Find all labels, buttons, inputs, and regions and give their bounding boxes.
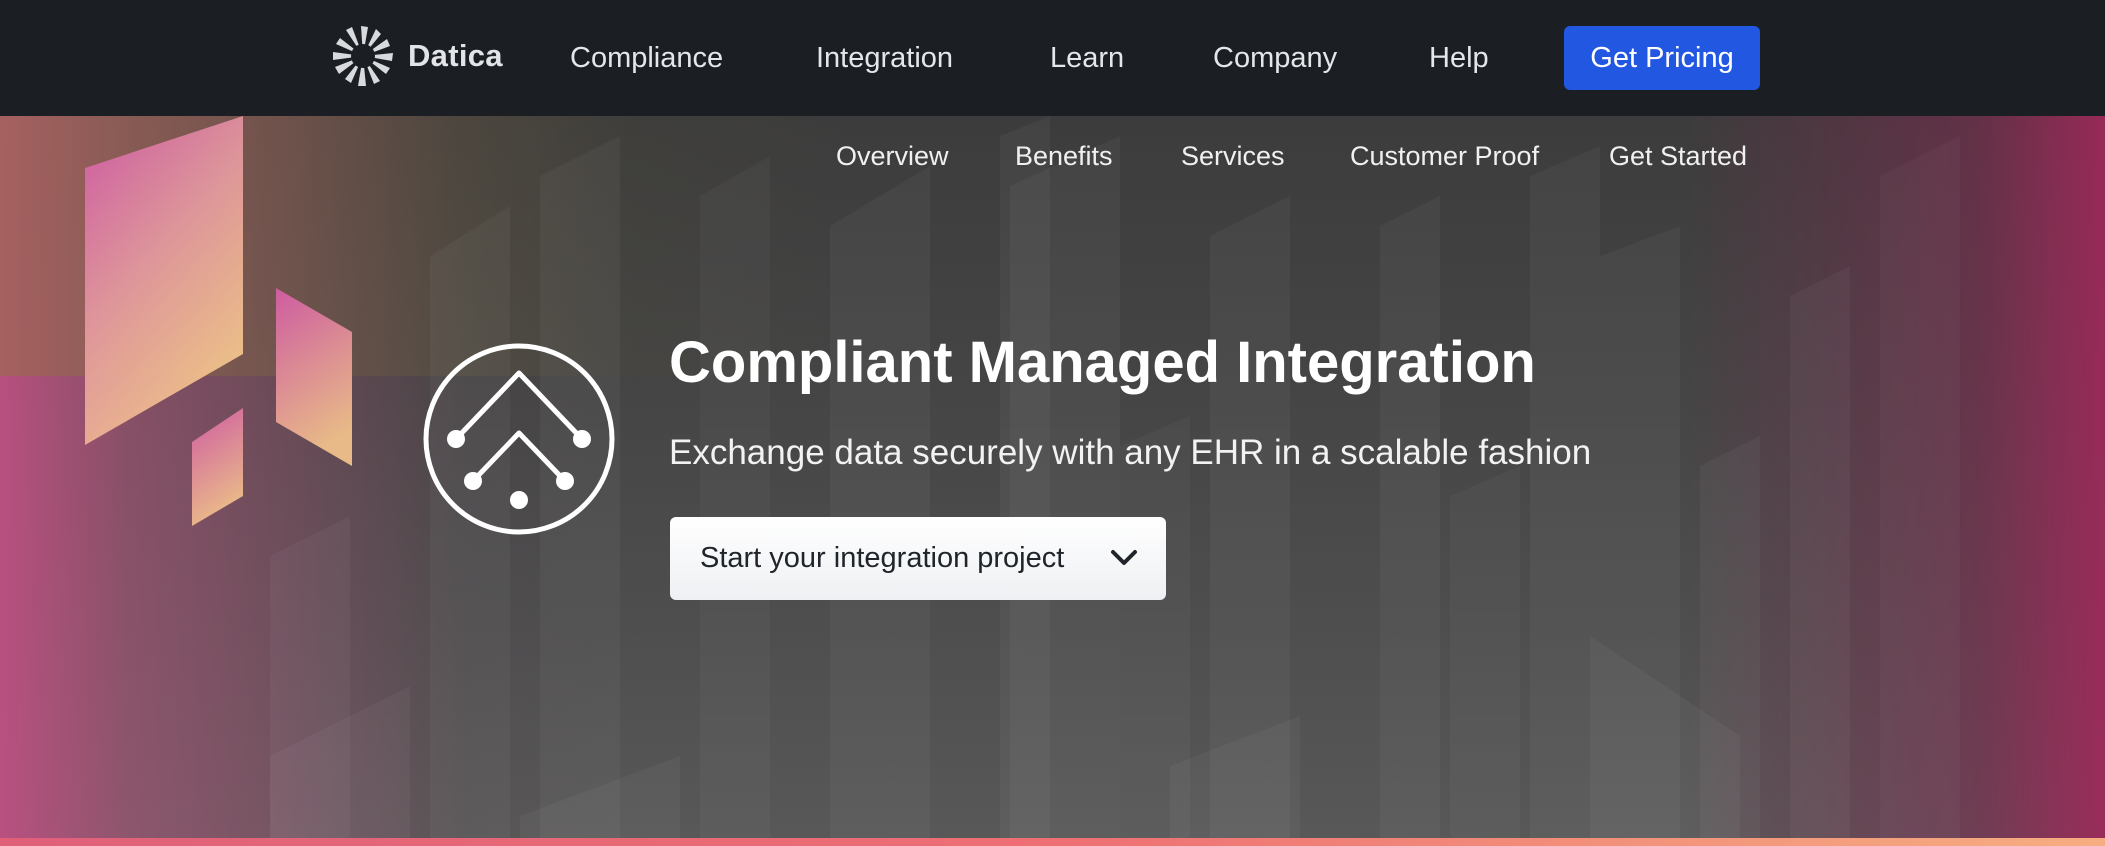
hero-section: Overview Benefits Services Customer Proo… — [0, 116, 2105, 838]
nav-compliance[interactable]: Compliance — [570, 38, 723, 78]
chevron-down-icon — [1111, 550, 1137, 565]
dropdown-label: Start your integration project — [700, 542, 1065, 574]
subnav-customer-proof[interactable]: Customer Proof — [1350, 138, 1539, 174]
start-integration-dropdown[interactable]: Start your integration project — [670, 517, 1166, 600]
datica-logo-icon — [333, 26, 393, 86]
bottom-accent-stripe — [0, 838, 2105, 846]
subnav-services[interactable]: Services — [1181, 138, 1285, 174]
nav-company[interactable]: Company — [1213, 38, 1337, 78]
nav-learn[interactable]: Learn — [1050, 38, 1124, 78]
subnav-get-started[interactable]: Get Started — [1609, 138, 1747, 174]
top-navigation-bar: Datica Compliance Integration Learn Comp… — [0, 0, 2105, 116]
nav-integration[interactable]: Integration — [816, 38, 953, 78]
brand-logo-link[interactable]: Datica — [330, 22, 503, 90]
hero-title: Compliant Managed Integration — [669, 330, 1536, 395]
subnav-benefits[interactable]: Benefits — [1015, 138, 1113, 174]
hero-subtitle: Exchange data securely with any EHR in a… — [669, 433, 1592, 472]
get-pricing-button[interactable]: Get Pricing — [1564, 26, 1760, 90]
hero-background-art — [85, 116, 1850, 838]
subnav-overview[interactable]: Overview — [836, 138, 949, 174]
nav-help[interactable]: Help — [1429, 38, 1489, 78]
integration-tree-icon — [423, 343, 615, 535]
brand-name: Datica — [408, 38, 503, 73]
